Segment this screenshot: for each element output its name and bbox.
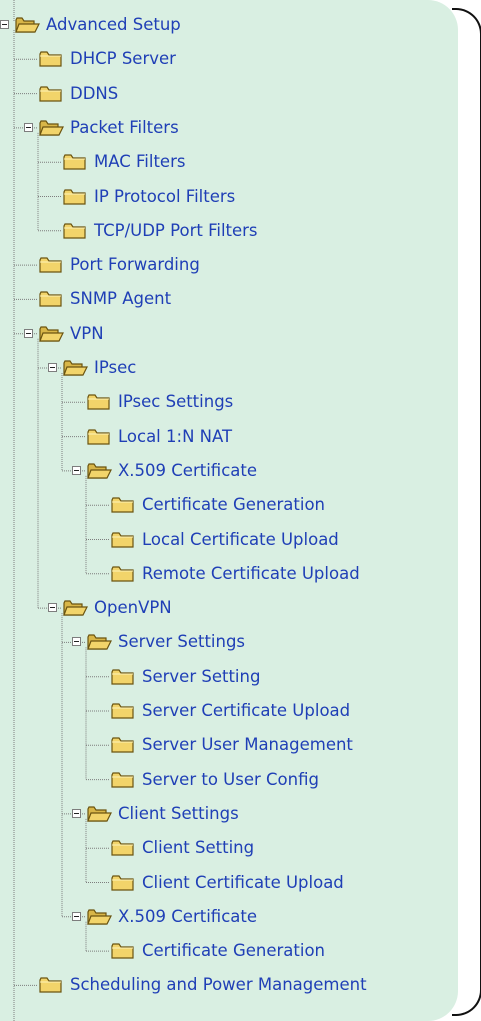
tree-item-label: IP Protocol Filters xyxy=(94,186,236,206)
tree-item-vpn[interactable]: VPN xyxy=(24,320,104,348)
tree-item-client-settings[interactable]: Client Settings xyxy=(72,800,239,828)
collapse-toggle-icon[interactable] xyxy=(24,122,33,132)
folder-icon xyxy=(38,289,64,309)
folder-icon xyxy=(38,975,64,995)
collapse-toggle-icon[interactable] xyxy=(48,363,57,372)
tree-item-tcp-udp-port-filters[interactable]: TCP/UDP Port Filters xyxy=(50,217,258,245)
tree-item-label: Server Certificate Upload xyxy=(142,701,351,720)
tree-item-server-user-management[interactable]: Server User Management xyxy=(98,731,353,759)
tree-item-label: Certificate Generation xyxy=(142,941,325,961)
tree-item-local-certificate-upload[interactable]: Local Certificate Upload xyxy=(98,526,339,554)
folder-icon xyxy=(110,770,136,790)
tree-item-label: Server User Management xyxy=(142,735,353,755)
tree-item-label: Packet Filters xyxy=(70,117,179,137)
folder-icon xyxy=(110,667,136,687)
folder-open-icon xyxy=(62,358,88,378)
tree-item-packet-filters[interactable]: Packet Filters xyxy=(24,114,179,142)
tree-item-local-1n-nat[interactable]: Local 1:N NAT xyxy=(74,423,232,451)
collapse-toggle-icon[interactable] xyxy=(72,465,81,475)
tree-item-mac-filters[interactable]: MAC Filters xyxy=(50,148,185,176)
folder-open-icon xyxy=(86,461,112,481)
tree-item-label: Client Settings xyxy=(118,803,239,823)
folder-icon xyxy=(62,152,88,172)
folder-icon xyxy=(110,735,136,755)
folder-open-icon xyxy=(38,324,64,344)
folder-open-icon xyxy=(14,15,40,35)
tree-item-client-setting[interactable]: Client Setting xyxy=(98,834,254,862)
tree-item-certificate-generation-ipsec[interactable]: Certificate Generation xyxy=(98,491,325,519)
tree-item-dhcp-server[interactable]: DHCP Server xyxy=(26,45,176,73)
tree-item-label: Scheduling and Power Management xyxy=(70,975,367,995)
folder-icon xyxy=(86,392,112,412)
collapse-toggle-icon[interactable] xyxy=(72,911,81,921)
tree-item-label: VPN xyxy=(70,323,104,343)
tree-item-label: Local 1:N NAT xyxy=(118,426,233,446)
folder-open-icon xyxy=(38,118,64,138)
tree-item-client-certificate-upload[interactable]: Client Certificate Upload xyxy=(98,869,344,897)
folder-open-icon xyxy=(62,598,88,618)
folder-icon xyxy=(86,427,112,447)
tree-item-label: OpenVPN xyxy=(94,598,172,618)
folder-open-icon xyxy=(86,632,112,652)
folder-icon xyxy=(110,873,136,893)
folder-icon xyxy=(62,221,88,241)
collapse-toggle-icon[interactable] xyxy=(72,637,81,647)
collapse-toggle-icon[interactable] xyxy=(24,328,33,338)
folder-open-icon xyxy=(86,907,112,927)
folder-icon xyxy=(110,564,136,584)
tree-item-advanced-setup[interactable]: Advanced Setup xyxy=(0,11,181,39)
tree-item-ddns[interactable]: DDNS xyxy=(26,80,118,108)
collapse-toggle-icon[interactable] xyxy=(0,20,9,29)
collapse-toggle-icon[interactable] xyxy=(48,603,57,613)
tree-item-label: Advanced Setup xyxy=(46,15,181,34)
folder-icon xyxy=(110,941,136,961)
tree-item-label: SNMP Agent xyxy=(70,289,172,309)
tree-item-label: Port Forwarding xyxy=(70,255,200,275)
tree-item-snmp-agent[interactable]: SNMP Agent xyxy=(26,285,171,313)
tree-item-server-to-user-config[interactable]: Server to User Config xyxy=(98,766,319,794)
folder-icon xyxy=(38,49,64,69)
tree-item-scheduling-and-power-management[interactable]: Scheduling and Power Management xyxy=(26,971,367,999)
tree-item-label: Remote Certificate Upload xyxy=(142,563,360,583)
tree-item-remote-certificate-upload[interactable]: Remote Certificate Upload xyxy=(98,560,360,588)
tree-item-x509-certificate-openvpn[interactable]: X.509 Certificate xyxy=(72,903,257,931)
tree-item-server-setting[interactable]: Server Setting xyxy=(98,663,260,691)
tree-item-x509-certificate-ipsec[interactable]: X.509 Certificate xyxy=(72,457,257,485)
tree-item-ipsec[interactable]: IPsec xyxy=(48,354,137,382)
tree-item-label: IPsec Settings xyxy=(118,392,234,412)
tree-item-openvpn[interactable]: OpenVPN xyxy=(48,594,172,622)
tree-item-label: Certificate Generation xyxy=(142,495,325,515)
tree-item-label: Client Certificate Upload xyxy=(142,872,344,892)
tree-item-label: DHCP Server xyxy=(70,49,176,69)
tree-item-certificate-generation-openvpn[interactable]: Certificate Generation xyxy=(98,937,325,965)
tree-item-ip-protocol-filters[interactable]: IP Protocol Filters xyxy=(50,183,235,211)
tree-item-label: X.509 Certificate xyxy=(118,906,257,926)
tree-item-label: Client Setting xyxy=(142,838,255,858)
tree-item-label: TCP/UDP Port Filters xyxy=(94,220,258,240)
folder-icon xyxy=(110,530,136,550)
collapse-toggle-icon[interactable] xyxy=(72,808,81,818)
folder-icon xyxy=(62,187,88,207)
folder-icon xyxy=(110,838,136,858)
tree-item-label: IPsec xyxy=(94,358,137,377)
folder-icon xyxy=(110,701,136,721)
folder-icon xyxy=(110,495,136,515)
tree-item-label: DDNS xyxy=(70,83,119,103)
tree-item-label: Server Setting xyxy=(142,666,261,686)
folder-open-icon xyxy=(86,804,112,824)
tree-item-label: MAC Filters xyxy=(94,152,186,172)
folder-icon xyxy=(38,255,64,275)
tree-item-label: X.509 Certificate xyxy=(118,460,257,480)
tree-item-port-forwarding[interactable]: Port Forwarding xyxy=(26,251,200,279)
folder-icon xyxy=(38,84,64,104)
tree-item-ipsec-settings[interactable]: IPsec Settings xyxy=(74,388,233,416)
tree-item-label: Local Certificate Upload xyxy=(142,529,339,549)
tree-item-label: Server to User Config xyxy=(142,769,319,789)
tree-item-label: Server Settings xyxy=(118,632,246,652)
tree-item-server-certificate-upload[interactable]: Server Certificate Upload xyxy=(98,697,350,725)
tree-item-server-settings[interactable]: Server Settings xyxy=(72,628,246,656)
